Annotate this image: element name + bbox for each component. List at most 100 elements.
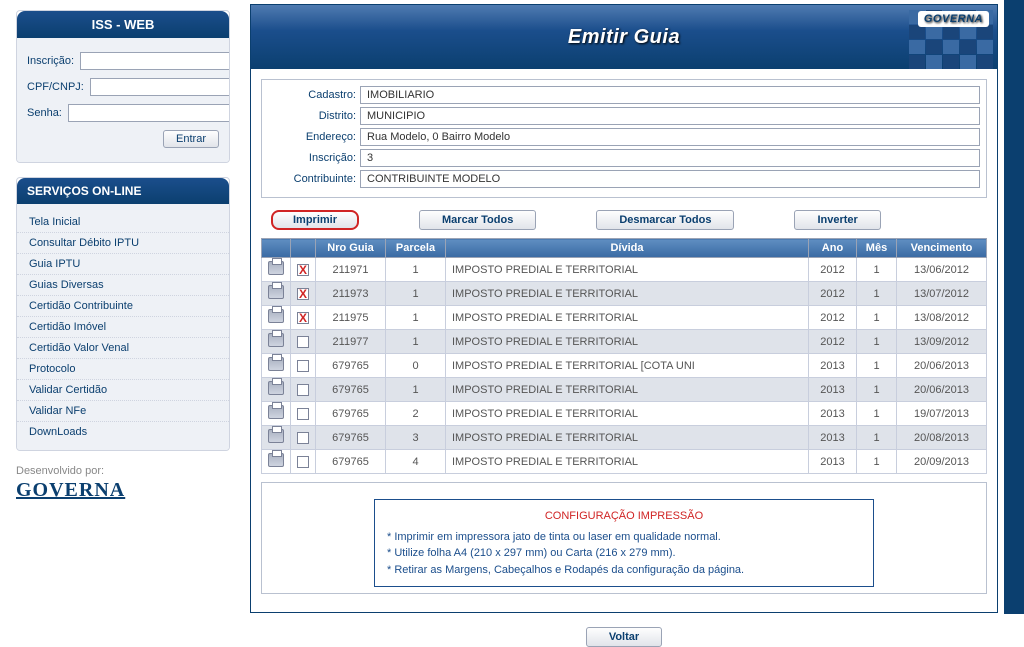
- cell-ano: 2013: [809, 450, 857, 474]
- sidebar-item[interactable]: Guias Diversas: [17, 275, 229, 296]
- print-config-box: CONFIGURAÇÃO IMPRESSÃO * Imprimir em imp…: [374, 499, 874, 587]
- cell-mes: 1: [857, 330, 897, 354]
- cell-venc: 13/07/2012: [897, 282, 987, 306]
- inscricao-label: Inscrição:: [27, 55, 74, 67]
- sidebar-item[interactable]: Tela Inicial: [17, 212, 229, 233]
- row-checkbox[interactable]: [297, 360, 309, 372]
- cell-ano: 2013: [809, 378, 857, 402]
- cadastro-label: Cadastro:: [268, 89, 360, 101]
- sidebar-item[interactable]: DownLoads: [17, 422, 229, 442]
- print-row-icon[interactable]: [268, 309, 284, 323]
- cell-parc: 0: [386, 354, 446, 378]
- cell-ano: 2012: [809, 282, 857, 306]
- row-checkbox[interactable]: [297, 456, 309, 468]
- cell-divida: IMPOSTO PREDIAL E TERRITORIAL: [446, 450, 809, 474]
- cell-mes: 1: [857, 258, 897, 282]
- endereco-label: Endereço:: [268, 131, 360, 143]
- table-row: 6797651IMPOSTO PREDIAL E TERRITORIAL2013…: [262, 378, 987, 402]
- cell-ano: 2012: [809, 330, 857, 354]
- sidebar-item[interactable]: Validar NFe: [17, 401, 229, 422]
- sidebar-item[interactable]: Certidão Valor Venal: [17, 338, 229, 359]
- cell-venc: 20/08/2013: [897, 426, 987, 450]
- row-checkbox[interactable]: X: [297, 312, 309, 324]
- print-row-icon[interactable]: [268, 405, 284, 419]
- cell-divida: IMPOSTO PREDIAL E TERRITORIAL: [446, 258, 809, 282]
- main-area: Emitir Guia GOVERNA Cadastro: IMOBILIARI…: [240, 0, 1024, 614]
- config-line1: * Imprimir em impressora jato de tinta o…: [387, 529, 861, 546]
- cell-divida: IMPOSTO PREDIAL E TERRITORIAL: [446, 282, 809, 306]
- cell-parc: 1: [386, 306, 446, 330]
- inscricao-value: 3: [360, 149, 980, 167]
- cell-parc: 2: [386, 402, 446, 426]
- cell-mes: 1: [857, 402, 897, 426]
- debits-table: Nro Guia Parcela Dívida Ano Mês Vencimen…: [261, 238, 987, 474]
- sidebar-item[interactable]: Protocolo: [17, 359, 229, 380]
- cell-ano: 2013: [809, 354, 857, 378]
- services-header: SERVIÇOS ON-LINE: [17, 178, 229, 204]
- distrito-value: MUNICIPIO: [360, 107, 980, 125]
- row-checkbox[interactable]: X: [297, 288, 309, 300]
- inscricao-label-main: Inscrição:: [268, 152, 360, 164]
- sidebar-item[interactable]: Certidão Contribuinte: [17, 296, 229, 317]
- table-row: X2119711IMPOSTO PREDIAL E TERRITORIAL201…: [262, 258, 987, 282]
- cell-ano: 2012: [809, 306, 857, 330]
- cell-ano: 2013: [809, 402, 857, 426]
- sidebar-item[interactable]: Consultar Débito IPTU: [17, 233, 229, 254]
- row-checkbox[interactable]: X: [297, 264, 309, 276]
- action-bar: Imprimir Marcar Todos Desmarcar Todos In…: [261, 206, 987, 238]
- imprimir-button[interactable]: Imprimir: [271, 210, 359, 230]
- cell-parc: 1: [386, 258, 446, 282]
- cell-mes: 1: [857, 306, 897, 330]
- cell-mes: 1: [857, 378, 897, 402]
- table-row: 6797652IMPOSTO PREDIAL E TERRITORIAL2013…: [262, 402, 987, 426]
- cell-nro: 211975: [316, 306, 386, 330]
- cell-nro: 679765: [316, 426, 386, 450]
- inverter-button[interactable]: Inverter: [794, 210, 880, 230]
- print-row-icon[interactable]: [268, 381, 284, 395]
- sidebar-item[interactable]: Validar Certidão: [17, 380, 229, 401]
- cell-ano: 2012: [809, 258, 857, 282]
- cell-venc: 20/09/2013: [897, 450, 987, 474]
- voltar-button[interactable]: Voltar: [586, 627, 662, 647]
- print-row-icon[interactable]: [268, 261, 284, 275]
- senha-input[interactable]: [68, 104, 230, 122]
- cell-ano: 2013: [809, 426, 857, 450]
- row-checkbox[interactable]: [297, 408, 309, 420]
- config-line3: * Retirar as Margens, Cabeçalhos e Rodap…: [387, 562, 861, 579]
- cell-nro: 679765: [316, 402, 386, 426]
- cpf-input[interactable]: [90, 78, 230, 96]
- cell-mes: 1: [857, 354, 897, 378]
- governa-logo-header: GOVERNA: [918, 11, 989, 27]
- row-checkbox[interactable]: [297, 432, 309, 444]
- cell-nro: 211973: [316, 282, 386, 306]
- governa-logo: GOVERNA: [16, 479, 230, 502]
- config-title: CONFIGURAÇÃO IMPRESSÃO: [387, 508, 861, 525]
- row-checkbox[interactable]: [297, 336, 309, 348]
- inscricao-input[interactable]: [80, 52, 230, 70]
- config-fieldset: CONFIGURAÇÃO IMPRESSÃO * Imprimir em imp…: [261, 482, 987, 594]
- page-title: Emitir Guia: [568, 26, 680, 49]
- row-checkbox[interactable]: [297, 384, 309, 396]
- cell-venc: 13/09/2012: [897, 330, 987, 354]
- table-row: X2119731IMPOSTO PREDIAL E TERRITORIAL201…: [262, 282, 987, 306]
- entrar-button[interactable]: Entrar: [163, 130, 219, 148]
- cell-venc: 20/06/2013: [897, 378, 987, 402]
- sidebar-item[interactable]: Certidão Imóvel: [17, 317, 229, 338]
- print-row-icon[interactable]: [268, 357, 284, 371]
- developed-by-label: Desenvolvido por:: [16, 465, 230, 477]
- cpf-label: CPF/CNPJ:: [27, 81, 84, 93]
- print-row-icon[interactable]: [268, 285, 284, 299]
- contribuinte-label: Contribuinte:: [268, 173, 360, 185]
- sidebar-item[interactable]: Guia IPTU: [17, 254, 229, 275]
- cell-divida: IMPOSTO PREDIAL E TERRITORIAL: [446, 402, 809, 426]
- table-row: 6797650IMPOSTO PREDIAL E TERRITORIAL [CO…: [262, 354, 987, 378]
- cell-nro: 679765: [316, 378, 386, 402]
- cell-divida: IMPOSTO PREDIAL E TERRITORIAL: [446, 306, 809, 330]
- desmarcar-todos-button[interactable]: Desmarcar Todos: [596, 210, 734, 230]
- title-bar: Emitir Guia GOVERNA: [251, 5, 997, 69]
- print-row-icon[interactable]: [268, 333, 284, 347]
- print-row-icon[interactable]: [268, 453, 284, 467]
- print-row-icon[interactable]: [268, 429, 284, 443]
- col-mes: Mês: [857, 239, 897, 258]
- marcar-todos-button[interactable]: Marcar Todos: [419, 210, 536, 230]
